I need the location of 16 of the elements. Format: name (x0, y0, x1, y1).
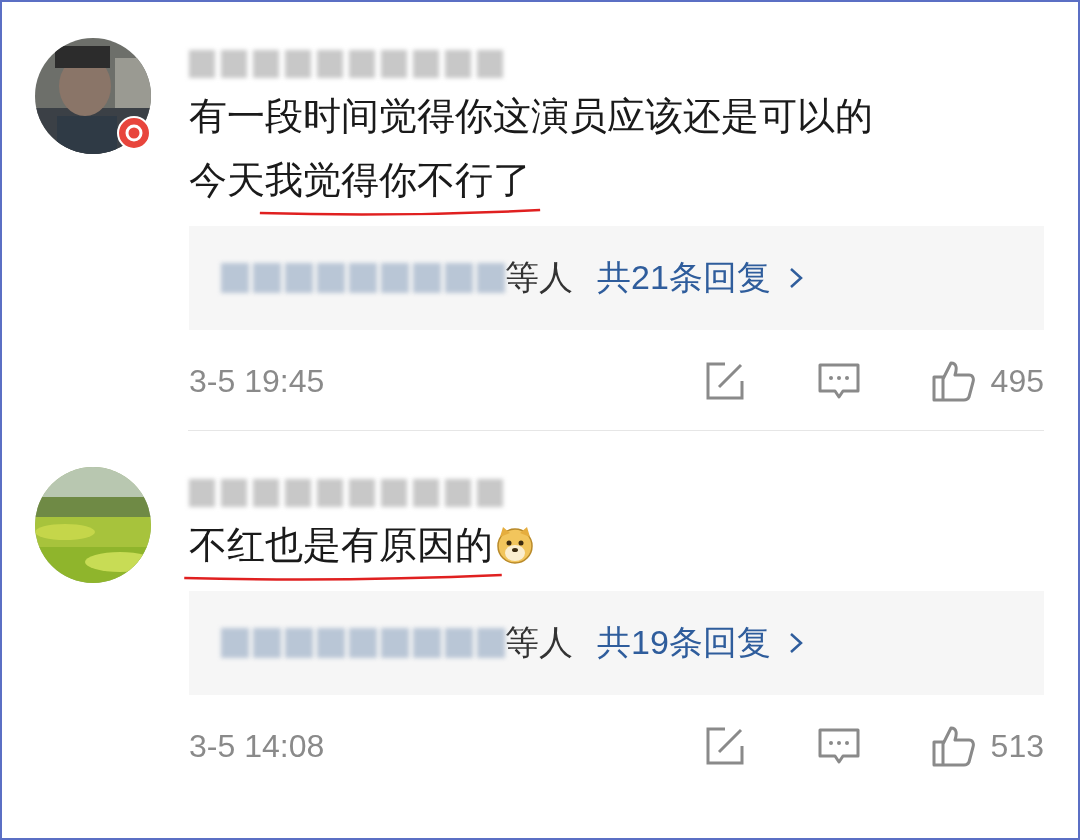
view-replies-link[interactable]: 共21条回复 (597, 255, 803, 301)
thumbs-up-icon (930, 359, 975, 403)
chevron-icon (788, 267, 803, 289)
reply-users-text: 等人 (505, 622, 573, 663)
like-button[interactable]: 495 (930, 359, 1044, 403)
reply-users-text: 等人 (505, 257, 573, 298)
comment-text: 不红也是有原因的 (189, 524, 493, 566)
chevron-icon (788, 632, 803, 654)
comment-time: 3-5 14:08 (189, 727, 326, 765)
comment-text: 有一段时间觉得你这演员应该还是可以的 (189, 94, 873, 139)
view-replies-link[interactable]: 共19条回复 (597, 620, 803, 666)
like-button[interactable]: 513 (930, 724, 1044, 768)
comment-text: 今天 (189, 158, 265, 203)
thumbs-up-icon (930, 724, 975, 768)
comment-text: 我觉得你不行了 (265, 159, 531, 201)
comment-time: 3-5 19:45 (189, 362, 326, 400)
